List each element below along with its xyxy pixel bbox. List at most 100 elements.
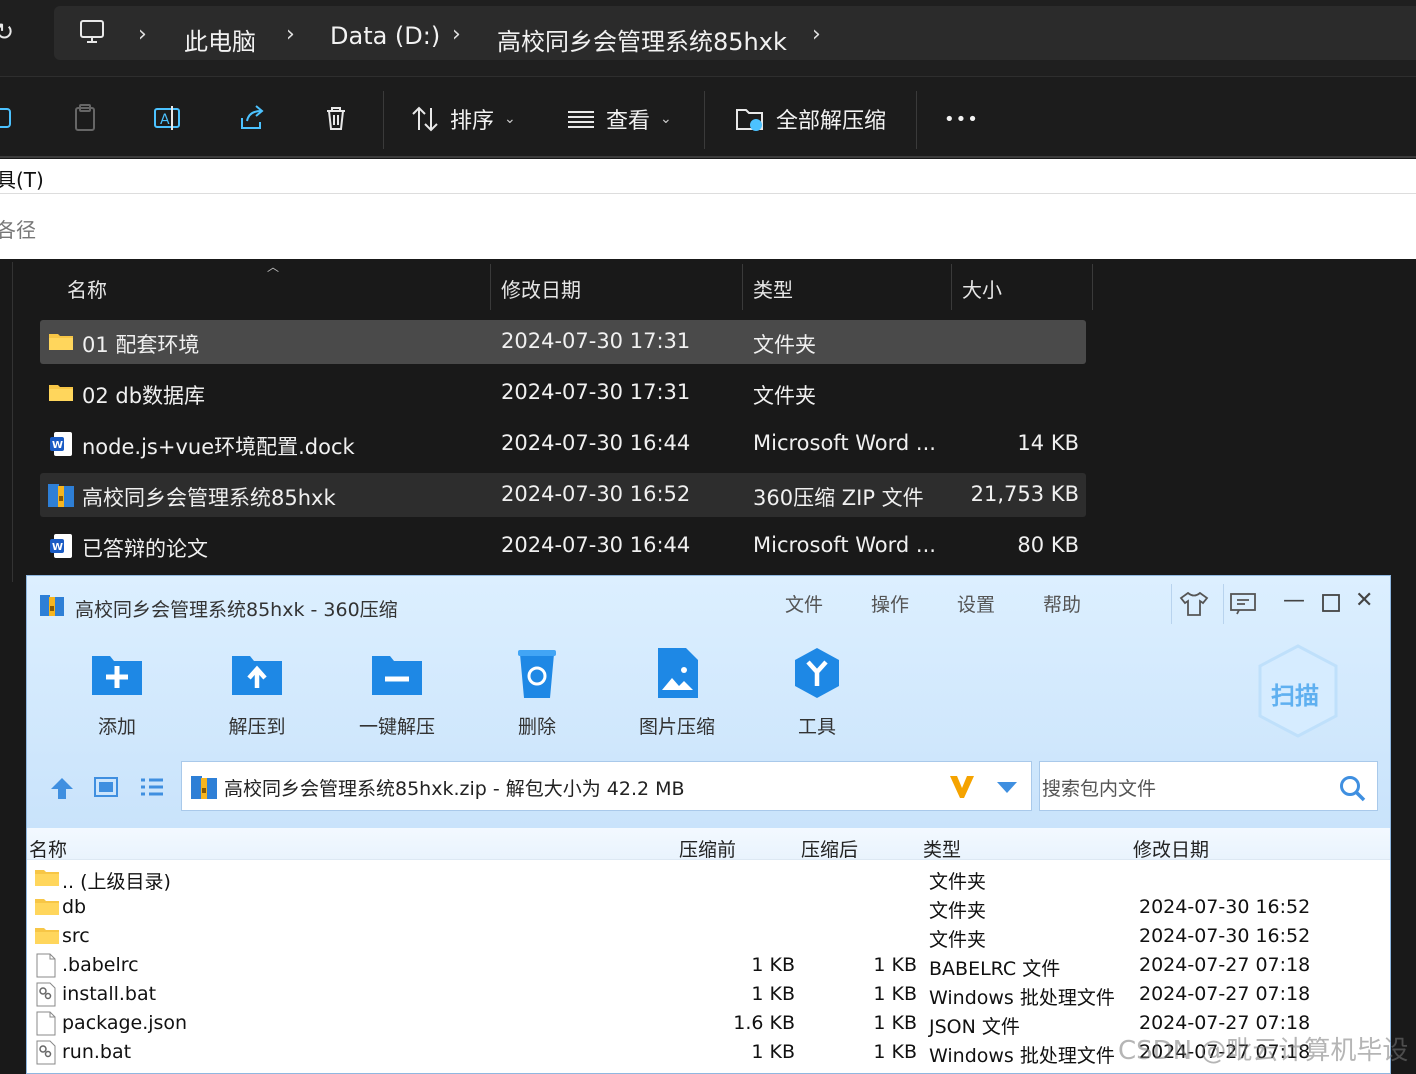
folder-icon <box>35 870 59 886</box>
entry-name: run.bat <box>62 1041 132 1063</box>
column-header-size[interactable]: 大小 <box>962 274 1002 303</box>
menu-help[interactable]: 帮助 <box>1043 590 1081 617</box>
feedback-icon[interactable] <box>1229 592 1257 616</box>
entry-name: install.bat <box>62 983 157 1005</box>
copy-icon[interactable] <box>0 103 18 133</box>
view-button[interactable]: 查看 ⌄ <box>566 103 672 135</box>
zip-column-before[interactable]: 压缩前 <box>679 835 736 862</box>
file-row[interactable]: 高校同乡会管理系统85hxk 2024-07-30 16:52 360压缩 ZIP … <box>40 473 1086 517</box>
archive-row[interactable]: db 文件夹 2024-07-30 16:52 <box>27 893 1390 922</box>
extract-folder-icon <box>736 109 763 131</box>
menu-settings[interactable]: 设置 <box>957 590 995 617</box>
sort-label: 排序 <box>450 109 495 134</box>
delete-button[interactable]: 删除 <box>482 646 592 739</box>
menu-operation[interactable]: 操作 <box>871 590 909 617</box>
address-bar[interactable]: › 此电脑 › Data (D:) › 高校同乡会管理系统85hxk › <box>54 6 1416 60</box>
zip-column-type[interactable]: 类型 <box>923 835 961 862</box>
archive-path-text: 高校同乡会管理系统85hxk.zip - 解包大小为 42.2 MB <box>224 778 685 800</box>
archive-row[interactable]: .. (上级目录) 文件夹 <box>27 864 1390 893</box>
svg-text:W: W <box>52 542 63 553</box>
breadcrumb-chevron-icon[interactable]: › <box>812 22 821 47</box>
file-row[interactable]: W 已答辩的论文 2024-07-30 16:44 Microsoft Word ..… <box>40 524 1086 568</box>
minimize-icon[interactable]: — <box>1283 588 1305 613</box>
dropdown-arrow-icon[interactable] <box>996 780 1018 794</box>
breadcrumb-chevron-icon[interactable]: › <box>452 22 461 47</box>
scan-button[interactable]: 扫描 <box>1255 642 1341 740</box>
column-header-type[interactable]: 类型 <box>753 274 793 303</box>
breadcrumb-current-folder[interactable]: 高校同乡会管理系统85hxk <box>497 22 787 57</box>
entry-type: Windows 批处理文件 <box>929 987 1115 1009</box>
archive-row[interactable]: .babelrc 1 KB 1 KB BABELRC 文件 2024-07-27 07:… <box>27 951 1390 980</box>
entry-size-before: 1 KB <box>751 1041 795 1063</box>
entry-type: 文件夹 <box>929 900 987 922</box>
path-fragment: 各径 <box>0 218 36 242</box>
recycle-bin-icon <box>518 650 556 698</box>
bat-file-icon <box>36 1040 56 1065</box>
computer-icon[interactable] <box>78 18 106 46</box>
file-row[interactable]: 01 配套环境 2024-07-30 17:31 文件夹 <box>40 320 1086 364</box>
zip-app-icon <box>40 595 64 616</box>
sort-icon <box>412 106 438 132</box>
file-type: Microsoft Word ... <box>753 431 936 455</box>
entry-modified: 2024-07-30 16:52 <box>1139 896 1311 918</box>
archive-search-input[interactable]: 搜索包内文件 <box>1039 761 1378 811</box>
more-options-button[interactable]: ••• <box>944 103 979 135</box>
list-view-icon[interactable] <box>139 776 165 798</box>
extract-all-label: 全部解压缩 <box>776 109 887 134</box>
thumbnail-view-icon[interactable] <box>93 776 119 798</box>
entry-name: db <box>62 896 87 918</box>
file-name: node.js+vue环境配置.dock <box>82 435 355 459</box>
column-header-name[interactable]: 名称 <box>67 274 107 303</box>
breadcrumb-chevron-icon[interactable]: › <box>138 22 147 47</box>
one-click-extract-button[interactable]: 一键解压 <box>342 646 452 739</box>
file-modified: 2024-07-30 16:44 <box>501 533 691 557</box>
maximize-icon[interactable] <box>1321 593 1341 613</box>
background-window-fragment: 具(T) 各径 <box>0 159 1416 259</box>
skin-shirt-icon[interactable] <box>1179 590 1209 618</box>
column-header-modified[interactable]: 修改日期 <box>501 274 581 303</box>
close-icon[interactable]: ✕ <box>1355 588 1373 613</box>
archive-path-box[interactable]: 高校同乡会管理系统85hxk.zip - 解包大小为 42.2 MB <box>181 761 1032 811</box>
v-logo-icon[interactable] <box>948 774 976 800</box>
menu-file[interactable]: 文件 <box>785 590 823 617</box>
file-icon <box>36 953 56 978</box>
file-modified: 2024-07-30 16:52 <box>501 482 691 506</box>
breadcrumb-chevron-icon[interactable]: › <box>286 22 295 47</box>
tools-menu-fragment[interactable]: 具(T) <box>0 164 44 193</box>
zip-column-after[interactable]: 压缩后 <box>801 835 858 862</box>
file-modified: 2024-07-30 17:31 <box>501 329 691 353</box>
rename-icon[interactable]: A <box>152 103 182 133</box>
breadcrumb-drive-d[interactable]: Data (D:) <box>330 22 440 50</box>
chevron-down-icon: ⌄ <box>504 111 516 127</box>
delete-icon[interactable] <box>321 103 351 133</box>
share-icon[interactable] <box>237 103 267 133</box>
tools-button[interactable]: 工具 <box>762 646 872 739</box>
breadcrumb-this-pc[interactable]: 此电脑 <box>184 22 256 57</box>
sort-button[interactable]: 排序 ⌄ <box>410 103 516 135</box>
add-button[interactable]: 添加 <box>62 646 172 739</box>
entry-size-after: 1 KB <box>873 1041 917 1063</box>
sort-ascending-icon: ︿ <box>267 260 280 274</box>
extract-all-button[interactable]: 全部解压缩 <box>734 103 886 135</box>
watermark-text: CSDN @毗云计算机毕设 <box>1118 1036 1409 1066</box>
view-list-icon <box>568 111 594 128</box>
file-row[interactable]: Wnode.js+vue环境配置.dock 2024-07-30 16:44 Mic… <box>40 422 1086 466</box>
zip-column-modified[interactable]: 修改日期 <box>1133 835 1209 862</box>
search-icon[interactable] <box>1338 774 1366 802</box>
entry-modified: 2024-07-30 16:52 <box>1139 925 1311 947</box>
up-arrow-icon[interactable] <box>49 776 75 800</box>
file-type: 文件夹 <box>753 384 816 408</box>
image-compress-button[interactable]: 图片压缩 <box>622 646 732 739</box>
zip-column-name[interactable]: 名称 <box>29 835 67 862</box>
archive-row[interactable]: src 文件夹 2024-07-30 16:52 <box>27 922 1390 951</box>
extract-to-button[interactable]: 解压到 <box>202 646 312 739</box>
tools-hexagon-icon <box>795 648 839 698</box>
archive-row[interactable]: install.bat 1 KB 1 KB Windows 批处理文件 2024-07-… <box>27 980 1390 1009</box>
paste-icon[interactable] <box>70 103 100 133</box>
file-size: 80 KB <box>1017 533 1079 557</box>
file-row[interactable]: 02 db数据库 2024-07-30 17:31 文件夹 <box>40 371 1086 415</box>
refresh-icon[interactable]: ↻ <box>0 18 14 46</box>
file-type: 文件夹 <box>753 333 816 357</box>
entry-type: Windows 批处理文件 <box>929 1045 1115 1067</box>
file-modified: 2024-07-30 16:44 <box>501 431 691 455</box>
